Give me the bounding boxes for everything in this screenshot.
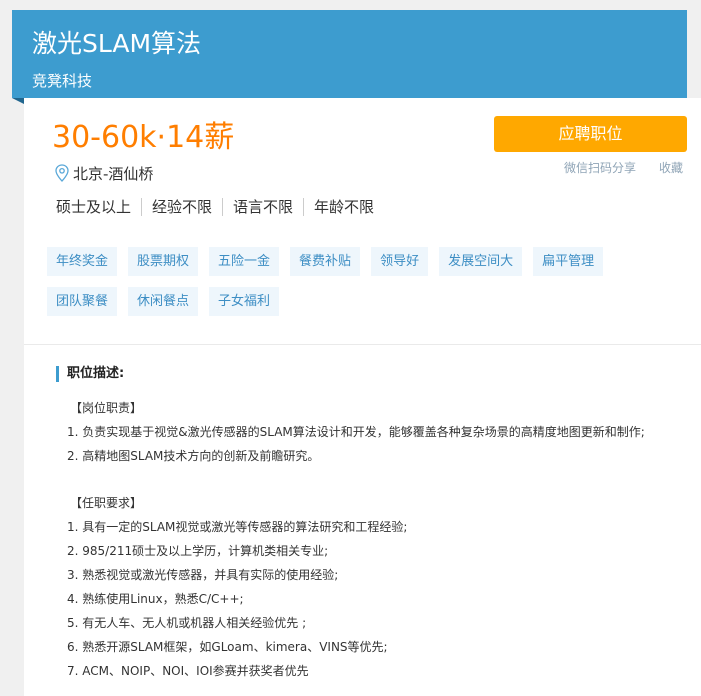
duty-item: 1. 负责实现基于视觉&激光传感器的SLAM算法设计和开发，能够覆盖各种复杂场景… bbox=[67, 425, 645, 439]
benefit-tags: 年终奖金 股票期权 五险一金 餐费补贴 领导好 发展空间大 扁平管理 团队聚餐 … bbox=[47, 247, 607, 316]
req-education: 硕士及以上 bbox=[56, 198, 132, 216]
divider bbox=[222, 197, 224, 216]
favorite-link[interactable]: 收藏 bbox=[659, 159, 683, 176]
location-text: 北京-酒仙桥 bbox=[73, 164, 154, 183]
req-language: 语言不限 bbox=[233, 198, 294, 216]
job-detail-card: 30-60k·14薪 应聘职位 微信扫码分享 收藏 北京-酒仙桥 硕士及以上 经… bbox=[24, 98, 701, 696]
duties-title: 【岗位职责】 bbox=[70, 401, 143, 415]
requirements-title: 【任职要求】 bbox=[70, 496, 143, 510]
requirement-item: 2. 985/211硕士及以上学历，计算机类相关专业; bbox=[67, 544, 329, 558]
requirement-item: 3. 熟悉视觉或激光传感器，并具有实际的使用经验; bbox=[67, 568, 339, 582]
map-pin-icon bbox=[55, 164, 69, 182]
benefit-tag: 团队聚餐 bbox=[47, 287, 118, 316]
job-title: 激光SLAM算法 bbox=[32, 29, 202, 58]
divider bbox=[141, 197, 143, 216]
benefit-tag: 发展空间大 bbox=[439, 247, 523, 276]
job-description: 【岗位职责】 1. 负责实现基于视觉&激光传感器的SLAM算法设计和开发，能够覆… bbox=[67, 396, 687, 683]
salary: 30-60k·14薪 bbox=[52, 120, 235, 155]
requirement-item: 7. ACM、NOIP、NOI、IOI参赛并获奖者优先 bbox=[67, 664, 309, 678]
company-name[interactable]: 竞凳科技 bbox=[32, 70, 92, 91]
wechat-share-link[interactable]: 微信扫码分享 bbox=[564, 159, 636, 176]
benefit-tag: 股票期权 bbox=[128, 247, 199, 276]
description-heading: 职位描述: bbox=[56, 366, 124, 382]
duty-item: 2. 高精地图SLAM技术方向的创新及前瞻研究。 bbox=[67, 449, 320, 463]
benefit-tag: 餐费补贴 bbox=[290, 247, 361, 276]
banner-fold-decoration bbox=[12, 98, 24, 104]
benefit-tag: 五险一金 bbox=[209, 247, 280, 276]
requirement-item: 1. 具有一定的SLAM视觉或激光等传感器的算法研究和工程经验; bbox=[67, 520, 408, 534]
req-age: 年龄不限 bbox=[314, 198, 375, 216]
requirement-item: 4. 熟练使用Linux，熟悉C/C++; bbox=[67, 592, 244, 606]
divider bbox=[303, 197, 305, 216]
apply-button[interactable]: 应聘职位 bbox=[494, 116, 687, 152]
job-requirements: 硕士及以上 经验不限 语言不限 年龄不限 bbox=[56, 196, 374, 217]
job-header-banner: 激光SLAM算法 竞凳科技 bbox=[12, 10, 687, 98]
benefit-tag: 扁平管理 bbox=[533, 247, 604, 276]
requirement-item: 5. 有无人车、无人机或机器人相关经验优先 ; bbox=[67, 616, 307, 630]
req-experience: 经验不限 bbox=[152, 198, 213, 216]
benefit-tag: 领导好 bbox=[371, 247, 429, 276]
requirement-item: 6. 熟悉开源SLAM框架，如GLoam、kimera、VINS等优先; bbox=[67, 640, 388, 654]
section-divider bbox=[24, 344, 701, 345]
benefit-tag: 休闲餐点 bbox=[128, 287, 199, 316]
benefit-tag: 子女福利 bbox=[209, 287, 280, 316]
benefit-tag: 年终奖金 bbox=[47, 247, 118, 276]
job-location: 北京-酒仙桥 bbox=[54, 163, 153, 183]
